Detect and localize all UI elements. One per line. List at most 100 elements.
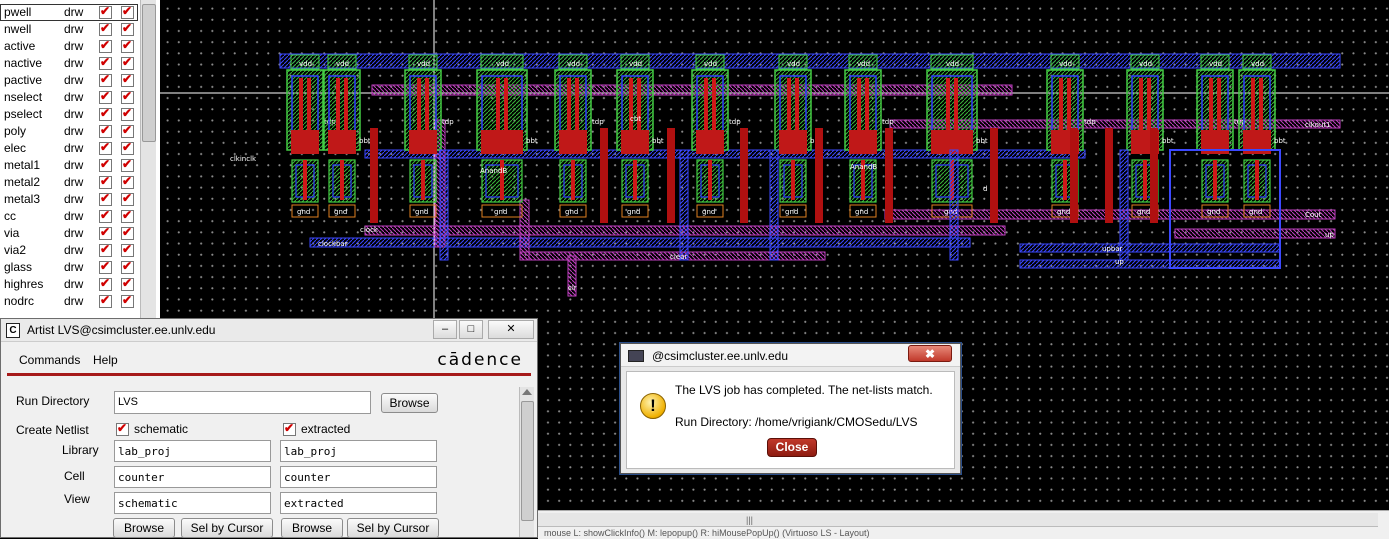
run-directory-input[interactable]: LVS	[114, 391, 371, 414]
layer-selectable-checkbox[interactable]	[121, 140, 134, 155]
menu-help[interactable]: Help	[93, 353, 118, 367]
layer-visible-checkbox[interactable]	[99, 191, 112, 206]
extracted-browse-button[interactable]: Browse	[281, 518, 343, 538]
scrollbar-thumb[interactable]	[142, 4, 156, 142]
layer-row-nactive[interactable]: nactive drw	[0, 55, 138, 72]
layer-visible-checkbox[interactable]	[99, 259, 112, 274]
lvs-form-scrollbar[interactable]	[519, 387, 534, 537]
maximize-icon[interactable]: □	[459, 320, 483, 339]
close-icon[interactable]: ✖	[908, 345, 952, 362]
extracted-view-input[interactable]: extracted	[280, 492, 437, 514]
net-label-bbt: bbt	[359, 137, 371, 145]
layer-selectable-checkbox[interactable]	[121, 38, 134, 53]
layer-row-via[interactable]: via drw	[0, 225, 138, 242]
extracted-library-input[interactable]: lab_proj	[280, 440, 437, 462]
net-label-tdp: tdp	[729, 118, 741, 126]
layer-selectable-checkbox[interactable]	[121, 259, 134, 274]
schematic-cell-input[interactable]: counter	[114, 466, 271, 488]
schematic-view-input[interactable]: schematic	[114, 492, 271, 514]
layer-row-cc[interactable]: cc drw	[0, 208, 138, 225]
schematic-netlist-checkbox[interactable]	[116, 421, 129, 436]
layer-row-metal3[interactable]: metal3 drw	[0, 191, 138, 208]
close-icon[interactable]: ✕	[488, 320, 534, 339]
layout-shape	[439, 149, 449, 261]
layer-visible-checkbox[interactable]	[99, 38, 112, 53]
layout-shape	[1019, 259, 1281, 269]
cell-label: Cell	[64, 469, 85, 483]
layer-selectable-checkbox[interactable]	[121, 276, 134, 291]
layer-row-nselect[interactable]: nselect drw	[0, 89, 138, 106]
layer-selectable-checkbox[interactable]	[121, 293, 134, 308]
layer-visible-checkbox[interactable]	[99, 174, 112, 189]
layer-selectable-checkbox[interactable]	[121, 191, 134, 206]
layer-visible-checkbox[interactable]	[99, 140, 112, 155]
layer-visible-checkbox[interactable]	[99, 293, 112, 308]
layer-row-glass[interactable]: glass drw	[0, 259, 138, 276]
net-label-clear: clear	[670, 253, 687, 261]
layer-row-active[interactable]: active drw	[0, 38, 138, 55]
layer-selectable-checkbox[interactable]	[121, 157, 134, 172]
layer-selectable-checkbox[interactable]	[121, 4, 134, 19]
net-label-clr: clr	[568, 284, 577, 292]
net-label-gnd: gnd	[785, 208, 798, 216]
layer-selectable-checkbox[interactable]	[121, 208, 134, 223]
layer-selectable-checkbox[interactable]	[121, 89, 134, 104]
mouse-bindings-text: mouse L: showClickInfo() M: lepopup() R:…	[544, 528, 870, 538]
run-directory-browse-button[interactable]: Browse	[381, 393, 438, 413]
layer-row-highres[interactable]: highres drw	[0, 276, 138, 293]
layer-visible-checkbox[interactable]	[99, 21, 112, 36]
layer-selectable-checkbox[interactable]	[121, 72, 134, 87]
lvs-title-bar[interactable]: C Artist LVS@csimcluster.ee.unlv.edu ‒ □…	[1, 319, 537, 342]
extracted-netlist-label: extracted	[301, 422, 351, 436]
layer-list-scrollbar[interactable]	[140, 0, 156, 318]
layer-selectable-checkbox[interactable]	[121, 225, 134, 240]
dialog-title-bar[interactable]: @csimcluster.ee.unlv.edu ✖	[621, 344, 960, 367]
layout-shape	[885, 128, 893, 223]
layer-visible-checkbox[interactable]	[99, 157, 112, 172]
layer-purpose: drw	[64, 56, 84, 70]
layer-visible-checkbox[interactable]	[99, 276, 112, 291]
layer-visible-checkbox[interactable]	[99, 225, 112, 240]
layer-row-pwell[interactable]: pwell drw	[0, 4, 138, 21]
layer-visible-checkbox[interactable]	[99, 106, 112, 121]
layer-row-nwell[interactable]: nwell drw	[0, 21, 138, 38]
schematic-sel-by-cursor-button[interactable]: Sel by Cursor	[181, 518, 273, 538]
extracted-cell-input[interactable]: counter	[280, 466, 437, 488]
layer-selectable-checkbox[interactable]	[121, 123, 134, 138]
canvas-horizontal-scrollbar[interactable]: |||	[538, 513, 1378, 527]
layer-selectable-checkbox[interactable]	[121, 55, 134, 70]
extracted-sel-by-cursor-button[interactable]: Sel by Cursor	[347, 518, 439, 538]
schematic-library-input[interactable]: lab_proj	[114, 440, 271, 462]
layer-visible-checkbox[interactable]	[99, 4, 112, 19]
layer-purpose: drw	[64, 39, 84, 53]
layer-visible-checkbox[interactable]	[99, 72, 112, 87]
lvs-window: C Artist LVS@csimcluster.ee.unlv.edu ‒ □…	[0, 318, 538, 538]
extracted-netlist-checkbox[interactable]	[283, 421, 296, 436]
layer-visible-checkbox[interactable]	[99, 89, 112, 104]
layer-row-elec[interactable]: elec drw	[0, 140, 138, 157]
layer-row-metal2[interactable]: metal2 drw	[0, 174, 138, 191]
minimize-icon[interactable]: ‒	[433, 320, 457, 339]
layer-selectable-checkbox[interactable]	[121, 242, 134, 257]
scroll-up-icon[interactable]	[522, 389, 532, 395]
layer-selectable-checkbox[interactable]	[121, 106, 134, 121]
layer-row-nodrc[interactable]: nodrc drw	[0, 293, 138, 310]
net-label-vdd: vdd	[1209, 60, 1222, 68]
layer-row-via2[interactable]: via2 drw	[0, 242, 138, 259]
scrollbar-thumb[interactable]	[521, 401, 534, 521]
layer-visible-checkbox[interactable]	[99, 123, 112, 138]
menu-commands[interactable]: Commands	[19, 353, 80, 367]
layer-selectable-checkbox[interactable]	[121, 174, 134, 189]
layer-selectable-checkbox[interactable]	[121, 21, 134, 36]
layer-row-metal1[interactable]: metal1 drw	[0, 157, 138, 174]
schematic-browse-button[interactable]: Browse	[113, 518, 175, 538]
layer-row-poly[interactable]: poly drw	[0, 123, 138, 140]
layer-row-pselect[interactable]: pselect drw	[0, 106, 138, 123]
layout-shape	[303, 160, 307, 200]
layer-visible-checkbox[interactable]	[99, 208, 112, 223]
layer-visible-checkbox[interactable]	[99, 55, 112, 70]
close-button[interactable]: Close	[767, 438, 817, 457]
layer-visible-checkbox[interactable]	[99, 242, 112, 257]
layer-row-pactive[interactable]: pactive drw	[0, 72, 138, 89]
net-label-vdd: vdd	[336, 60, 349, 68]
